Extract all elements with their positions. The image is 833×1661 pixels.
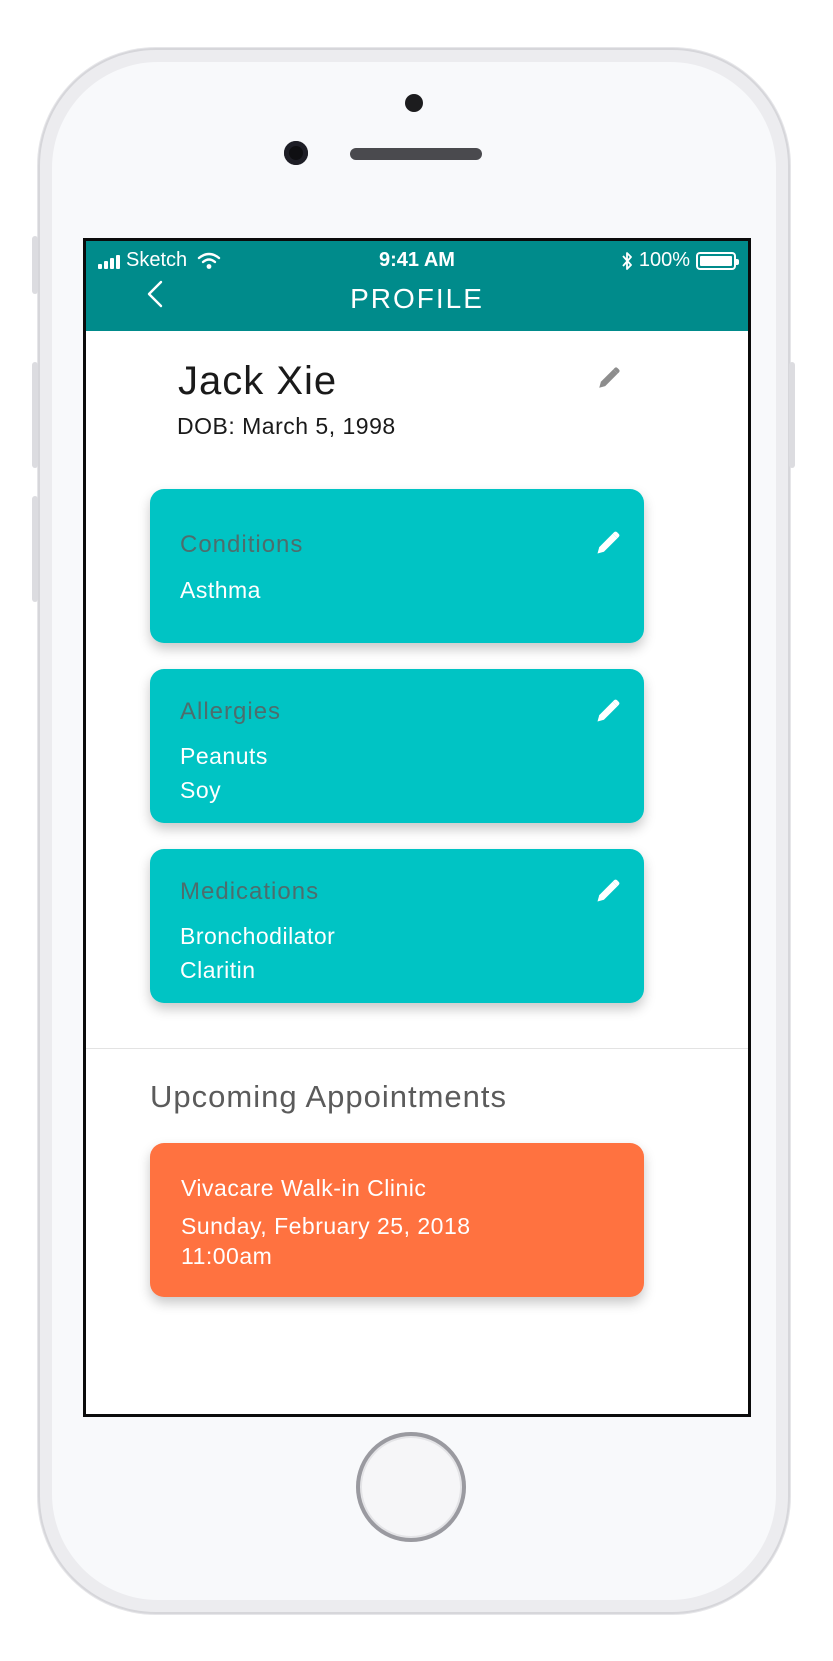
appointment-clinic: Vivacare Walk-in Clinic [181, 1175, 427, 1201]
card-label: Allergies [180, 698, 282, 725]
allergies-card[interactable]: Allergies Peanuts Soy [150, 669, 644, 823]
status-bar: Sketch 9:41 AM 100% [86, 247, 748, 277]
edit-pencil-icon[interactable] [594, 877, 622, 905]
card-label: Medications [180, 878, 320, 905]
volume-down-button [32, 496, 38, 602]
bluetooth-icon [622, 251, 632, 270]
home-button[interactable] [356, 1432, 466, 1542]
card-values: Bronchodilator Claritin [180, 919, 335, 987]
card-label: Conditions [180, 531, 304, 558]
edit-profile-pencil-icon[interactable] [596, 365, 622, 391]
page-title: PROFILE [350, 283, 484, 314]
edit-pencil-icon[interactable] [594, 697, 622, 725]
screen: Sketch 9:41 AM 100% PROFILE Jack Xie DOB… [83, 238, 751, 1417]
power-button [789, 362, 795, 468]
battery-percent: 100% [638, 249, 690, 271]
conditions-card[interactable]: Conditions Asthma [150, 489, 644, 643]
profile-name: Jack Xie [178, 359, 338, 403]
appointment-time: 11:00am [181, 1243, 273, 1269]
card-value: Claritin [180, 957, 256, 983]
card-value: Soy [180, 777, 222, 803]
appointments-heading: Upcoming Appointments [150, 1079, 508, 1114]
card-values: Asthma [180, 573, 261, 607]
earpiece-speaker [350, 148, 482, 160]
medications-card[interactable]: Medications Bronchodilator Claritin [150, 849, 644, 1003]
appointment-card[interactable]: Vivacare Walk-in Clinic Sunday, February… [150, 1143, 644, 1297]
section-divider [86, 1048, 748, 1049]
card-value: Peanuts [180, 743, 268, 769]
header-bar: Sketch 9:41 AM 100% PROFILE [86, 241, 748, 331]
appointment-date: Sunday, February 25, 2018 [181, 1213, 471, 1239]
proximity-sensor [405, 94, 423, 112]
card-value: Bronchodilator [180, 923, 336, 949]
edit-pencil-icon[interactable] [594, 529, 622, 557]
card-value: Asthma [180, 577, 261, 603]
front-camera [284, 141, 308, 165]
card-values: Peanuts Soy [180, 739, 268, 807]
volume-up-button [32, 362, 38, 468]
profile-dob: DOB: March 5, 1998 [177, 413, 396, 439]
battery-icon [696, 251, 739, 270]
battery-group: 100% [621, 249, 739, 272]
silent-switch [32, 236, 38, 294]
